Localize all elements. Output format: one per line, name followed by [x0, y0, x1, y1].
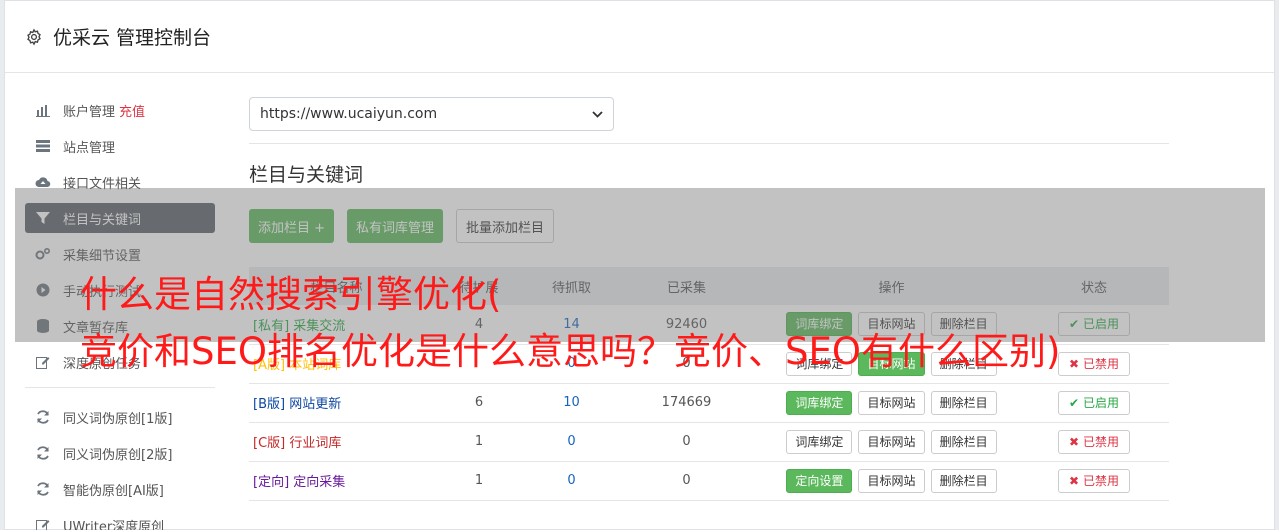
chevron-down-icon — [592, 108, 603, 121]
cell-collected: 174669 — [609, 383, 764, 423]
target-site-button[interactable]: 目标网站 — [858, 468, 925, 493]
delete-column-button[interactable]: 删除栏目 — [930, 468, 997, 493]
status-toggle[interactable]: ✖ 已禁用 — [1058, 429, 1130, 454]
edit-icon — [35, 354, 51, 370]
cell-ops: 定向设置 目标网站 删除栏目 — [764, 461, 1019, 501]
sidebar-item-synonym-v1[interactable]: 同义词伪原创[1版] — [25, 402, 215, 432]
sidebar-divider — [25, 387, 215, 388]
app-title: 优采云 管理控制台 — [53, 27, 212, 49]
refresh-icon — [35, 481, 51, 497]
check-icon: ✔ — [1069, 395, 1080, 410]
table-row: [C版] 行业词库 1 0 0 词库绑定 目标网站 删除栏目 ✖ 已禁用 — [249, 422, 1169, 462]
target-site-button[interactable]: 目标网站 — [858, 429, 925, 454]
column-name[interactable]: [B版] 网站更新 — [249, 383, 424, 423]
close-icon: ✖ — [1069, 434, 1080, 449]
cell-expand: 6 — [424, 383, 534, 423]
section-divider — [249, 143, 1169, 144]
bar-chart-icon — [35, 102, 51, 118]
sidebar-item-account[interactable]: 账户管理 充值 — [25, 95, 215, 125]
column-name[interactable]: [定向] 定向采集 — [249, 461, 424, 501]
bind-lib-button[interactable]: 词库绑定 — [786, 390, 853, 415]
sidebar-item-label: 智能伪原创[AI版] — [63, 483, 164, 499]
bind-lib-button[interactable]: 词库绑定 — [786, 429, 853, 454]
status-toggle[interactable]: ✖ 已禁用 — [1058, 468, 1130, 493]
target-site-button[interactable]: 目标网站 — [858, 390, 925, 415]
cell-ops: 词库绑定 目标网站 删除栏目 — [764, 422, 1019, 462]
cell-status: ✖ 已禁用 — [1019, 422, 1169, 462]
article-headline: 什么是自然搜索引擎优化( 竞价和SEO排名优化是什么意思吗？竞价、SEO有什么区… — [80, 266, 1260, 380]
cell-ops: 词库绑定 目标网站 删除栏目 — [764, 383, 1019, 423]
table-row: [定向] 定向采集 1 0 0 定向设置 目标网站 删除栏目 ✖ 已禁用 — [249, 461, 1169, 501]
cell-expand: 1 — [424, 422, 534, 462]
site-select[interactable]: https://www.ucaiyun.com — [249, 97, 614, 131]
cell-collected: 0 — [609, 461, 764, 501]
sidebar-item-sites[interactable]: 站点管理 — [25, 131, 215, 161]
direct-settings-button[interactable]: 定向设置 — [786, 468, 853, 493]
refresh-icon — [35, 409, 51, 425]
sidebar-item-label: UWriter深度原创 — [63, 519, 165, 530]
site-select-value: https://www.ucaiyun.com — [260, 106, 438, 122]
delete-column-button[interactable]: 删除栏目 — [930, 390, 997, 415]
sidebar-item-label: 同义词伪原创[1版] — [63, 411, 173, 427]
sidebar-item-label: 同义词伪原创[2版] — [63, 447, 173, 463]
app-header: 优采云 管理控制台 — [5, 1, 1274, 73]
cell-collected: 0 — [609, 422, 764, 462]
cell-status: ✔ 已启用 — [1019, 383, 1169, 423]
headline-line-2: 竞价和SEO排名优化是什么意思吗？竞价、SEO有什么区别) — [80, 330, 1061, 373]
cell-fetch: 10 — [534, 383, 609, 423]
refresh-icon — [35, 445, 51, 461]
gear-icon — [27, 27, 41, 46]
sidebar-item-label: 账户管理 — [63, 104, 116, 120]
edit-icon — [35, 517, 51, 530]
sidebar-item-uwriter[interactable]: UWriter深度原创 — [25, 510, 215, 530]
sidebar-item-ai-rewrite[interactable]: 智能伪原创[AI版] — [25, 474, 215, 504]
cell-fetch: 0 — [534, 422, 609, 462]
headline-line-1: 什么是自然搜索引擎优化( — [80, 273, 502, 316]
column-name[interactable]: [C版] 行业词库 — [249, 422, 424, 462]
sidebar-item-synonym-v2[interactable]: 同义词伪原创[2版] — [25, 438, 215, 468]
status-toggle[interactable]: ✔ 已启用 — [1058, 390, 1130, 415]
server-icon — [35, 138, 51, 154]
cell-status: ✖ 已禁用 — [1019, 461, 1169, 501]
close-icon: ✖ — [1069, 473, 1080, 488]
recharge-link[interactable]: 充值 — [119, 101, 145, 120]
sidebar-item-label: 站点管理 — [63, 140, 116, 156]
section-title: 栏目与关键词 — [249, 164, 364, 186]
table-row: [B版] 网站更新 6 10 174669 词库绑定 目标网站 删除栏目 ✔ 已… — [249, 383, 1169, 423]
delete-column-button[interactable]: 删除栏目 — [930, 429, 997, 454]
cell-expand: 1 — [424, 461, 534, 501]
cell-fetch: 0 — [534, 461, 609, 501]
